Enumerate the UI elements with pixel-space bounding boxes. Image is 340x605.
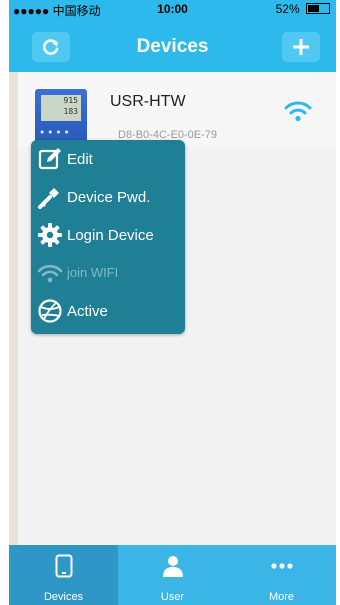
tab-user[interactable]: User bbox=[118, 545, 227, 605]
device-lcd: 915 183 bbox=[41, 95, 81, 121]
nav-header: Devices bbox=[9, 18, 336, 72]
tab-bar: Devices User More bbox=[9, 545, 336, 605]
tab-label: User bbox=[160, 591, 185, 603]
plus-icon bbox=[293, 39, 309, 55]
battery-percent: 52% bbox=[275, 2, 300, 16]
device-name: USR-HTW bbox=[110, 93, 186, 110]
wifi-icon bbox=[37, 264, 63, 283]
menu-item-label: Device Pwd. bbox=[67, 189, 151, 206]
menu-item-label: Active bbox=[67, 303, 108, 320]
device-thumbnail: 915 183 ● ● ● ● bbox=[35, 89, 87, 147]
menu-item-label: join WIFI bbox=[67, 265, 119, 280]
key-icon bbox=[38, 188, 59, 209]
menu-item-login-device[interactable]: Login Device bbox=[31, 216, 185, 252]
menu-item-edit[interactable]: Edit bbox=[31, 140, 185, 176]
lcd-line-2: 183 bbox=[63, 107, 78, 116]
more-icon bbox=[270, 563, 293, 569]
battery-icon bbox=[306, 3, 330, 14]
tab-more[interactable]: More bbox=[227, 545, 336, 605]
gear-icon bbox=[38, 223, 62, 247]
wifi-signal-icon bbox=[284, 101, 312, 122]
tab-label: More bbox=[268, 591, 295, 603]
device-list-item[interactable]: 915 183 ● ● ● ● USR-HTW D8-B0-4C-E0-0E-7… bbox=[18, 72, 336, 147]
globe-icon bbox=[38, 299, 62, 323]
status-bar: ●●●●● 中国移动 10:00 52% bbox=[9, 0, 336, 18]
device-context-menu: Edit Device Pwd. Login Device join WIFI … bbox=[31, 140, 185, 334]
tab-devices[interactable]: Devices bbox=[9, 545, 118, 605]
tab-label: Devices bbox=[43, 591, 84, 603]
menu-item-label: Login Device bbox=[67, 227, 154, 244]
battery-indicator: 52% bbox=[276, 2, 330, 16]
phone-icon bbox=[55, 554, 72, 578]
menu-item-label: Edit bbox=[67, 151, 93, 168]
add-device-button[interactable] bbox=[282, 32, 320, 62]
user-icon bbox=[162, 556, 183, 577]
device-buttons-graphic: ● ● ● ● bbox=[40, 129, 70, 136]
side-strip bbox=[9, 72, 18, 545]
lcd-line-1: 915 bbox=[63, 96, 78, 105]
edit-icon bbox=[38, 148, 61, 170]
menu-item-join-wifi: join WIFI bbox=[31, 254, 185, 290]
app-screen: ●●●●● 中国移动 10:00 52% Devices 915 183 ● ●… bbox=[9, 0, 336, 605]
menu-item-device-pwd[interactable]: Device Pwd. bbox=[31, 178, 185, 214]
menu-item-active[interactable]: Active bbox=[31, 292, 185, 328]
